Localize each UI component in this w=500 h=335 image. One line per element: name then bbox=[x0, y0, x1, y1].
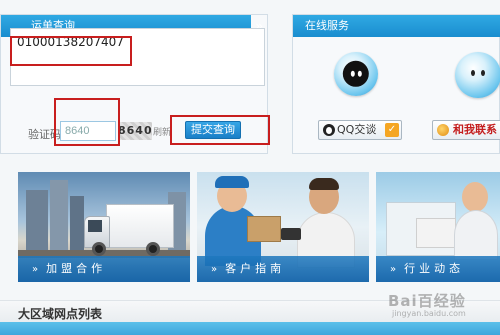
contact-icon bbox=[437, 124, 449, 136]
captcha-input[interactable] bbox=[60, 121, 116, 141]
customer-hair-graphic bbox=[309, 178, 339, 190]
double-chevron-right-icon: » bbox=[211, 264, 217, 275]
submit-query-button[interactable]: 提交查询 bbox=[185, 121, 241, 139]
bubble-eye-left bbox=[470, 70, 475, 77]
qq-eye-left bbox=[351, 70, 356, 77]
double-chevron-right-icon: » bbox=[390, 264, 396, 275]
qq-face bbox=[342, 60, 370, 88]
man-body-graphic bbox=[454, 210, 498, 260]
tile-caption: » 行业动态 bbox=[376, 256, 500, 282]
chat-bubble-icon[interactable] bbox=[455, 52, 500, 98]
service-panel-title: 在线服务 bbox=[293, 15, 500, 37]
blue-strip bbox=[0, 322, 500, 335]
captcha-label: 验证码 bbox=[28, 128, 61, 141]
building-graphic bbox=[50, 180, 68, 250]
service-panel-header: 在线服务 bbox=[293, 15, 500, 37]
contact-me-label: 和我联系 bbox=[453, 123, 497, 136]
truck-wheel-graphic bbox=[146, 242, 160, 256]
watermark-url: jingyan.baidu.com bbox=[392, 309, 466, 318]
parcel-graphic bbox=[416, 218, 456, 248]
building-graphic bbox=[70, 196, 84, 250]
tile-industry-news[interactable]: » 行业动态 bbox=[376, 172, 500, 282]
tile-label: 行业动态 bbox=[404, 262, 465, 275]
building-graphic bbox=[26, 190, 48, 250]
tile-customer-guide[interactable]: » 客户指南 bbox=[197, 172, 369, 282]
handheld-device-graphic bbox=[281, 228, 301, 240]
truck-wheel-graphic bbox=[92, 242, 106, 256]
truck-box-graphic bbox=[106, 204, 174, 248]
bubble-eye-right bbox=[480, 70, 485, 77]
qq-chat-button[interactable]: QQ交谈 ✓ bbox=[318, 120, 402, 140]
qq-eye-right bbox=[357, 70, 362, 77]
qq-mini-icon bbox=[323, 124, 335, 136]
captcha-image: 8640 bbox=[118, 122, 152, 140]
tile-label: 客户指南 bbox=[225, 262, 286, 275]
page: 运单查询 ›› 01000138207407 验证码 8640 刷新 提交查询 … bbox=[0, 0, 500, 335]
tile-caption: » 加盟合作 bbox=[18, 256, 190, 282]
parcel-graphic bbox=[247, 216, 281, 242]
check-icon: ✓ bbox=[385, 123, 399, 137]
region-list-title: 大区域网点列表 bbox=[18, 307, 103, 321]
tracking-number-input[interactable]: 01000138207407 bbox=[10, 28, 265, 86]
contact-me-button[interactable]: 和我联系 bbox=[432, 120, 500, 140]
tile-franchise[interactable]: » 加盟合作 bbox=[18, 172, 190, 282]
qq-chat-label: QQ交谈 bbox=[337, 123, 377, 136]
qq-penguin-icon[interactable] bbox=[334, 52, 378, 96]
truck-window-graphic bbox=[88, 220, 102, 232]
tile-label: 加盟合作 bbox=[46, 262, 107, 275]
man-head-graphic bbox=[462, 182, 488, 212]
double-chevron-right-icon: » bbox=[32, 264, 38, 275]
watermark-logo: Bai百经验 bbox=[388, 292, 466, 310]
refresh-captcha-link[interactable]: 刷新 bbox=[153, 125, 171, 138]
courier-cap-graphic bbox=[215, 176, 249, 188]
tile-caption: » 客户指南 bbox=[197, 256, 369, 282]
